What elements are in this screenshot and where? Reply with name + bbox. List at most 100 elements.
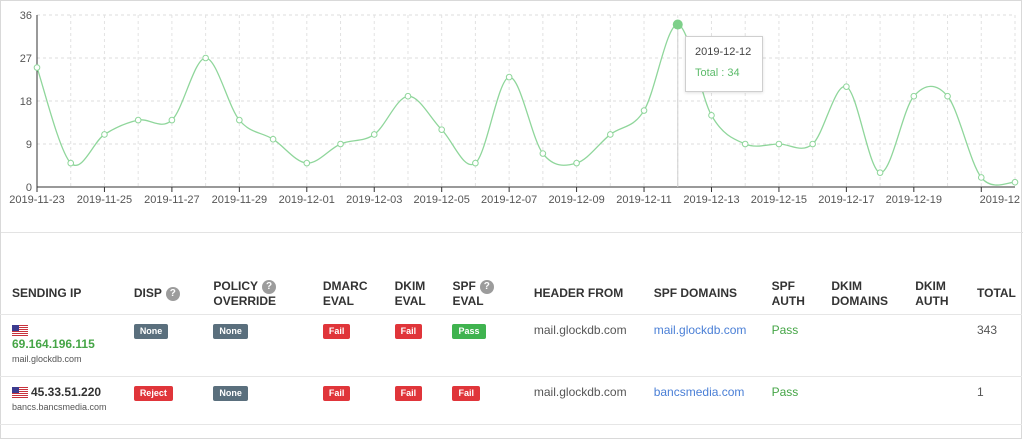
volume-chart: 0 9 18 27 36 2019-11-23 2019-11-25 2019-11-27 20…: [0, 0, 1024, 232]
table-cell: [903, 314, 965, 377]
total-count: 1: [977, 384, 984, 399]
dkim-eval-badge: Fail: [394, 323, 423, 339]
data-point: [202, 54, 209, 62]
column-header-label-line2: OVERRIDE: [213, 293, 277, 308]
column-header-label: SPF DOMAINS: [653, 286, 738, 301]
table-row[interactable]: 45.33.51.220 bancs.bancsmedia.com Reject No…: [0, 376, 1022, 425]
data-point: [1011, 178, 1019, 186]
x-tick-label: 2019-12-07: [481, 194, 537, 206]
table-cell: [903, 376, 965, 425]
column-header-label: TOTAL: [977, 286, 1016, 301]
x-tick-label: 2019-12-11: [616, 194, 671, 206]
data-point: [741, 140, 749, 148]
help-icon[interactable]: ?: [479, 279, 494, 294]
table-body: 69.164.196.115 mail.glockdb.com None None Fa…: [0, 314, 1022, 425]
dkim-eval-badge: Fail: [394, 385, 423, 401]
x-tick-label: 2019-12-01: [279, 194, 335, 206]
table-cell: 69.164.196.115 mail.glockdb.com: [0, 314, 122, 377]
data-point: [168, 116, 176, 124]
table-cell: mail.glockdb.com: [521, 314, 642, 377]
disposition-badge: Reject: [133, 385, 173, 401]
data-point: [67, 159, 75, 167]
column-header: POLICY? OVERRIDE: [201, 272, 311, 315]
data-point: [438, 126, 445, 133]
section-divider: [1, 232, 1023, 233]
spf-eval-badge: Fail: [452, 385, 480, 401]
sending-host: bancs.bancsmedia.com: [12, 401, 107, 412]
column-header: SPF DOMAINS: [641, 272, 760, 315]
data-point: [607, 131, 614, 138]
table-cell: 1: [965, 376, 1022, 425]
column-header-label-line2: DOMAINS: [831, 293, 889, 308]
table-cell: Fail: [310, 314, 383, 377]
table-cell: Pass: [759, 314, 820, 377]
table-cell: 45.33.51.220 bancs.bancsmedia.com: [0, 376, 122, 425]
tooltip-total: Total : 34: [695, 67, 740, 79]
help-icon[interactable]: ?: [165, 287, 180, 302]
x-tick-label: 2019-12-13: [683, 194, 739, 206]
data-point: [640, 107, 648, 114]
sending-host: mail.glockdb.com: [12, 353, 82, 364]
spf-domain-link[interactable]: mail.glockdb.com: [654, 323, 747, 337]
total-count: 343: [977, 322, 998, 337]
column-header-label: DKIM: [831, 278, 863, 293]
data-point: [944, 92, 951, 100]
us-flag-icon: [12, 324, 28, 336]
y-tick-label: 0: [26, 182, 32, 194]
data-point: [708, 112, 715, 119]
table-cell: mail.glockdb.com: [521, 376, 642, 425]
data-point: [843, 83, 850, 90]
table-cell: bancsmedia.com: [641, 376, 760, 425]
table-cell: None: [201, 314, 311, 377]
help-icon[interactable]: ?: [262, 279, 277, 294]
column-header: HEADER FROM: [521, 272, 642, 315]
y-tick-label: 27: [20, 53, 32, 65]
data-point: [134, 116, 142, 124]
column-header: DISP?: [121, 272, 202, 315]
table-cell: Fail: [310, 376, 383, 425]
x-tick-label: 2019-12-15: [751, 194, 807, 206]
column-header-label: HEADER FROM: [533, 286, 624, 301]
column-header-label-line2: AUTH: [915, 293, 949, 308]
column-header-label: DKIM: [915, 278, 946, 293]
column-header: SPF? EVAL: [440, 272, 522, 315]
table-cell: Fail: [440, 376, 522, 425]
column-header: SENDING IP: [0, 272, 122, 315]
table-header-row: SENDING IP DISP? POLICY? OVERRIDE DMARC EVAL D…: [0, 272, 1022, 315]
x-tick-label: 2019-12-09: [548, 194, 604, 206]
sending-ip[interactable]: 69.164.196.115: [12, 337, 95, 351]
x-tick-label: 2019-12: [980, 194, 1020, 206]
column-header-label: SENDING IP: [12, 286, 82, 301]
table-cell: Fail: [382, 314, 441, 377]
table-row[interactable]: 69.164.196.115 mail.glockdb.com None None Fa…: [0, 314, 1022, 377]
data-point: [101, 131, 108, 138]
data-point: [33, 64, 41, 71]
spf-domain-link[interactable]: bancsmedia.com: [654, 385, 745, 399]
column-header: TOTAL: [965, 272, 1022, 315]
table-cell: Reject: [121, 376, 202, 425]
sending-ip[interactable]: 45.33.51.220: [31, 385, 101, 399]
table-cell: None: [201, 376, 311, 425]
column-header: SPF AUTH: [759, 272, 820, 315]
data-point: [505, 73, 513, 81]
column-header: DKIM DOMAINS: [819, 272, 904, 315]
column-header: DKIM EVAL: [382, 272, 441, 315]
data-point: [775, 140, 783, 148]
data-point: [573, 159, 580, 167]
data-point: [337, 140, 344, 148]
data-point: [269, 135, 277, 143]
column-header-label: DISP: [133, 286, 162, 301]
data-point-active: [672, 19, 683, 30]
x-tick-label: 2019-11-23: [9, 194, 64, 206]
table-cell: 343: [965, 314, 1022, 377]
data-point: [910, 92, 918, 100]
y-tick-label: 36: [20, 10, 32, 22]
header-from: mail.glockdb.com: [533, 322, 627, 337]
disposition-badge: None: [133, 323, 169, 339]
column-header-label-line2: EVAL: [322, 293, 354, 308]
data-point: [977, 174, 985, 181]
x-tick-label: 2019-11-29: [212, 194, 267, 206]
column-header-label-line2: EVAL: [452, 293, 484, 308]
data-point: [809, 140, 816, 148]
spf-eval-badge: Pass: [452, 323, 486, 339]
